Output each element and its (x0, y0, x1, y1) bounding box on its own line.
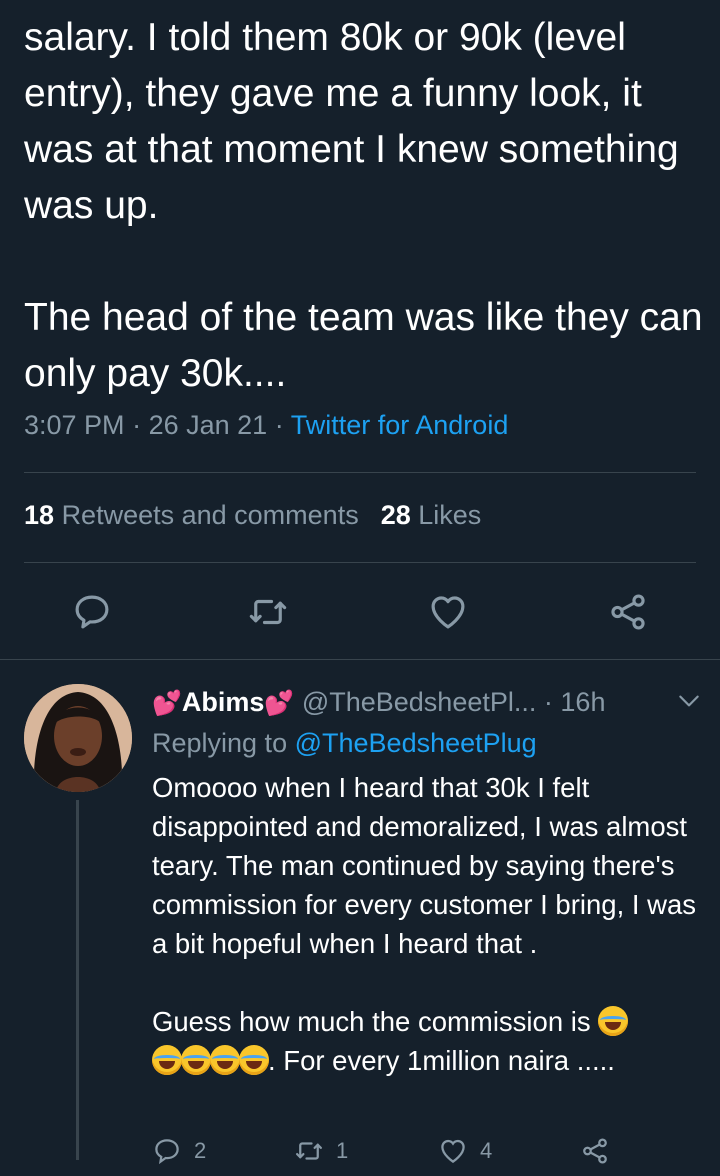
tweet-actions (0, 580, 720, 644)
like-icon (431, 596, 465, 629)
divider (24, 562, 696, 563)
tweet-paragraph: salary. I told them 80k or 90k (level en… (24, 16, 679, 227)
tweet-date: 26 Jan 21 (148, 410, 268, 440)
like-icon (441, 1139, 465, 1163)
retweets-stat[interactable]: 18 Retweets and comments (24, 500, 359, 530)
tweet-meta: 3:07 PM · 26 Jan 21 · Twitter for Androi… (24, 410, 508, 441)
retweet-icon (296, 1142, 322, 1160)
reply-actions: 2 1 4 (152, 1136, 652, 1176)
reply-text-start: Guess how much the commission is (152, 1006, 591, 1037)
reply-display-name: Abims (181, 687, 265, 717)
reply-paragraph: Guess how much the commission is . For e… (152, 1002, 712, 1080)
thread-line (76, 800, 79, 1160)
reply-icon (75, 595, 109, 629)
laughing-emoji-icon (152, 1045, 182, 1075)
meta-separator: · (274, 410, 284, 440)
heart-emoji-icon: 💕 (264, 690, 295, 717)
retweet-icon (249, 599, 287, 625)
reply-like-button[interactable]: 4 (438, 1136, 492, 1166)
like-count: 4 (480, 1138, 493, 1163)
laughing-emoji-icon (598, 1006, 629, 1036)
divider (24, 472, 696, 473)
laughing-emoji-icon (181, 1045, 211, 1075)
avatar-photo (24, 684, 132, 792)
laughing-emoji-icon (210, 1045, 240, 1075)
reply-author[interactable]: 💕Abims💕 (152, 687, 294, 717)
likes-stat[interactable]: 28 Likes (381, 500, 482, 530)
retweets-count: 18 (24, 500, 55, 530)
heart-emoji-icon: 💕 (152, 690, 182, 717)
meta-separator: · (132, 410, 142, 440)
likes-label: Likes (418, 500, 482, 530)
reply-paragraph: Omoooo when I heard that 30k I felt disa… (152, 772, 697, 959)
tweet-source-link[interactable]: Twitter for Android (291, 410, 509, 440)
reply-reply-button[interactable]: 2 (152, 1136, 206, 1166)
tweet-body: salary. I told them 80k or 90k (level en… (24, 10, 704, 402)
meta-separator: · (543, 687, 553, 717)
likes-count: 28 (380, 500, 411, 530)
reply-age: 16h (560, 687, 606, 717)
share-icon (583, 1138, 607, 1164)
reply-count: 2 (194, 1138, 207, 1163)
retweet-count: 1 (336, 1138, 349, 1163)
reply-text-end: . For every 1million naira ..... (268, 1045, 615, 1076)
share-button[interactable] (604, 580, 652, 644)
retweet-button[interactable] (244, 580, 292, 644)
reply-share-button[interactable] (580, 1136, 610, 1166)
chevron-down-icon[interactable] (676, 688, 702, 714)
share-icon (611, 594, 645, 630)
reply-body: Omoooo when I heard that 30k I felt disa… (152, 768, 712, 1080)
reply-icon (155, 1139, 179, 1165)
retweets-label: Retweets and comments (61, 500, 359, 530)
tweet-time: 3:07 PM (24, 410, 125, 440)
reply-header: 💕Abims💕 @TheBedsheetPl... · 16h (152, 684, 702, 722)
reply-button[interactable] (68, 580, 116, 644)
replying-prefix: Replying to (152, 728, 288, 758)
reply-retweet-button[interactable]: 1 (294, 1136, 348, 1166)
tweet-stats: 18 Retweets and comments 28 Likes (24, 500, 481, 531)
replying-to: Replying to @TheBedsheetPlug (152, 725, 537, 761)
divider (0, 659, 720, 660)
replying-handle-link[interactable]: @TheBedsheetPlug (295, 728, 537, 758)
like-button[interactable] (424, 580, 472, 644)
laughing-emoji-icon (239, 1045, 269, 1075)
tweet-paragraph: The head of the team was like they can o… (24, 296, 703, 395)
avatar[interactable] (24, 684, 132, 792)
reply-handle[interactable]: @TheBedsheetPl... (302, 687, 537, 717)
